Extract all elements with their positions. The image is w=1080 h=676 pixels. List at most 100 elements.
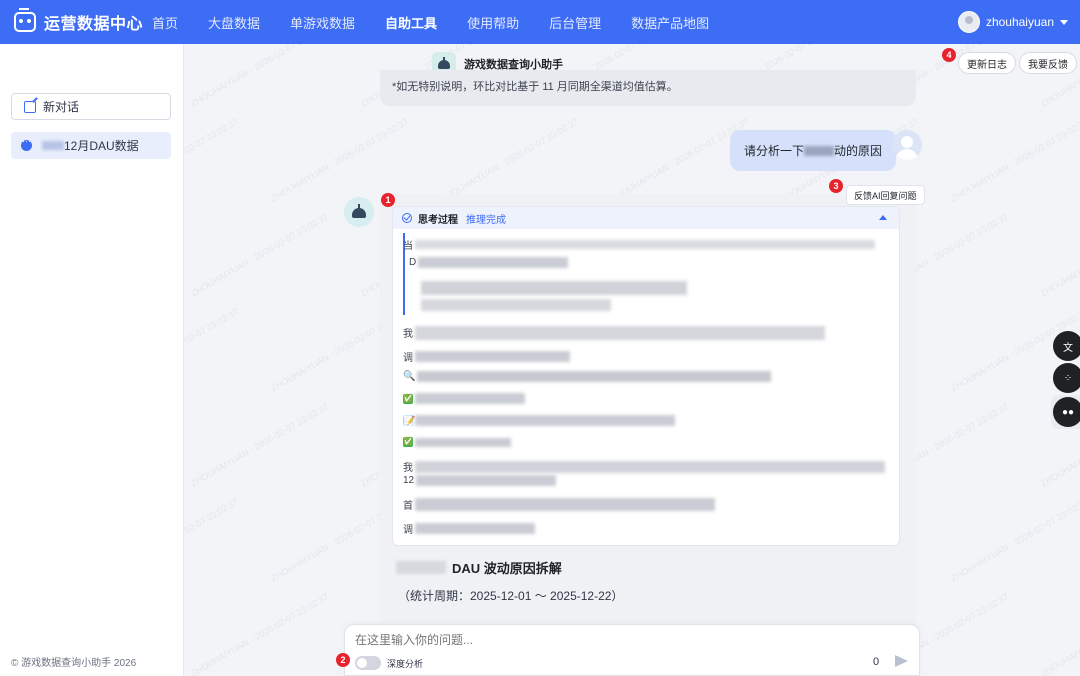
conversation-item[interactable]: 12月DAU数据 (11, 132, 171, 159)
redacted-text (418, 257, 569, 268)
previous-message-text: *如无特别说明，环比对比基于 11 月同期全渠道均值估算。 (392, 81, 678, 93)
redacted-text (421, 281, 687, 295)
thinking-line-text: 调 (403, 353, 413, 364)
thinking-line: ✅ (403, 437, 511, 447)
chat-main: 游戏数据查询小助手 *如无特别说明，环比对比基于 11 月同期全渠道均值估算。 … (184, 44, 1080, 676)
redacted-text (415, 393, 525, 404)
redacted-text (396, 561, 446, 574)
feedback-ai-reply-button[interactable]: 反馈AI回复问题 (846, 185, 925, 205)
thinking-line: ✅ (403, 393, 525, 404)
sidebar-footer: © 游戏数据查询小助手 2026 (11, 658, 137, 669)
grid-apps-icon[interactable]: ⁘ (1053, 363, 1080, 393)
changelog-button[interactable]: 更新日志 (958, 52, 1016, 74)
translate-icon[interactable]: 文 (1053, 331, 1080, 361)
nav-single-game[interactable]: 单游戏数据 (290, 13, 355, 32)
send-icon[interactable] (895, 655, 908, 667)
edit-icon (24, 100, 36, 113)
thinking-line: 我 (403, 325, 825, 340)
user-name: zhouhaiyuan (985, 15, 1054, 29)
char-count: 0 (873, 656, 880, 668)
stat-period: （统计周期：2025-12-01 ～ 2025-12-22） (398, 589, 624, 603)
deep-analysis-label: 深度分析 (387, 659, 424, 669)
nav-admin[interactable]: 后台管理 (549, 13, 601, 32)
thinking-header[interactable]: 思考过程 推理完成 (393, 207, 899, 229)
nav-data-product-map[interactable]: 数据产品地图 (631, 13, 709, 32)
annotation-badge: 2 (336, 653, 350, 667)
sidebar: 新对话 12月DAU数据 © 游戏数据查询小助手 2026 (0, 44, 184, 676)
redacted-text (415, 460, 885, 473)
thinking-line: D (409, 257, 569, 268)
redacted-text (415, 437, 511, 447)
annotation-badge: 1 (381, 193, 395, 207)
top-navbar: 运营数据中心 首页 大盘数据 单游戏数据 自助工具 使用帮助 后台管理 数据产品… (0, 0, 1080, 44)
chat-bubble-icon (21, 136, 32, 151)
nav-help[interactable]: 使用帮助 (467, 13, 519, 32)
annotation-badge: 4 (942, 48, 956, 62)
assistant-answer: 思考过程 推理完成 当 D 我 调 🔍 ✅ 📝 ✅ 我 12 首 调 DAU 波… (380, 194, 916, 676)
nav-home[interactable]: 首页 (152, 13, 178, 32)
thinking-line: 调 (403, 349, 570, 364)
redacted-text (416, 475, 557, 486)
user-menu[interactable]: zhouhaiyuan (957, 11, 1068, 33)
memo-icon: 📝 (403, 416, 416, 427)
bot-avatar-icon (344, 197, 374, 227)
redacted-text (421, 299, 611, 311)
redacted-text (417, 371, 772, 382)
brand[interactable]: 运营数据中心 (0, 8, 150, 34)
thinking-line: 🔍 (403, 371, 772, 382)
thinking-line: 当 (403, 237, 875, 252)
user-message-prefix: 请分析一下 (744, 144, 805, 158)
thinking-label: 思考过程 (418, 214, 458, 226)
assistant-bot-icon[interactable]: ●● (1053, 397, 1080, 427)
conversation-label: 12月DAU数据 (64, 139, 139, 153)
thinking-panel: 思考过程 推理完成 当 D 我 调 🔍 ✅ 📝 ✅ 我 12 首 调 (392, 206, 900, 546)
robot-logo-icon (14, 8, 36, 32)
deep-analysis-toggle[interactable] (355, 656, 381, 670)
chevron-up-icon[interactable] (879, 215, 887, 220)
user-avatar-icon (892, 130, 922, 160)
magnifier-icon: 🔍 (403, 371, 416, 382)
check-mark-icon: ✅ (403, 393, 413, 404)
check-mark-icon: ✅ (403, 437, 413, 447)
chat-input-area: 深度分析 0 (344, 624, 920, 676)
thinking-line: 调 (403, 521, 535, 536)
app-title: 运营数据中心 (44, 16, 144, 33)
chevron-down-icon (1060, 19, 1068, 25)
redacted-text (415, 415, 675, 426)
thinking-line: 首 (403, 497, 715, 512)
thinking-line-text: 我 (403, 329, 413, 340)
thinking-line-text: 12 (403, 475, 415, 486)
thinking-line: 📝 (403, 415, 675, 427)
nav-dashboard[interactable]: 大盘数据 (208, 13, 260, 32)
redacted-text (804, 145, 835, 156)
thinking-line-text: 当 (403, 241, 413, 252)
section-heading-text: DAU 波动原因拆解 (452, 561, 562, 576)
redacted-text (415, 498, 715, 511)
thinking-line-text: 调 (403, 525, 413, 536)
redacted-text (415, 240, 875, 249)
check-circle-icon (402, 213, 412, 223)
thinking-line-text: 首 (403, 501, 413, 512)
thinking-line-text: 我 (403, 463, 413, 474)
user-message: 请分析一下 动的原因 (730, 130, 897, 171)
annotation-badge: 3 (829, 179, 843, 193)
thinking-status: 推理完成 (466, 214, 506, 226)
previous-assistant-message: *如无特别说明，环比对比基于 11 月同期全渠道均值估算。 (380, 70, 916, 106)
question-input[interactable] (355, 633, 855, 647)
new-chat-button[interactable]: 新对话 (11, 93, 171, 120)
redacted-text (415, 325, 825, 340)
thinking-line (419, 299, 611, 311)
user-message-suffix: 动的原因 (834, 144, 883, 158)
new-chat-label: 新对话 (43, 100, 80, 114)
thinking-line: 我 (403, 459, 885, 474)
redacted-text (415, 351, 570, 362)
main-nav: 首页 大盘数据 单游戏数据 自助工具 使用帮助 后台管理 数据产品地图 (152, 13, 739, 32)
user-avatar-icon (957, 11, 980, 33)
redacted-text (415, 523, 535, 534)
thinking-line: 12 (403, 475, 557, 486)
feedback-button[interactable]: 我要反馈 (1019, 52, 1077, 74)
section-heading: DAU 波动原因拆解 (396, 558, 562, 577)
nav-self-service-tools[interactable]: 自助工具 (385, 13, 437, 32)
thinking-line-text: D (409, 257, 417, 268)
thinking-line (419, 281, 687, 295)
